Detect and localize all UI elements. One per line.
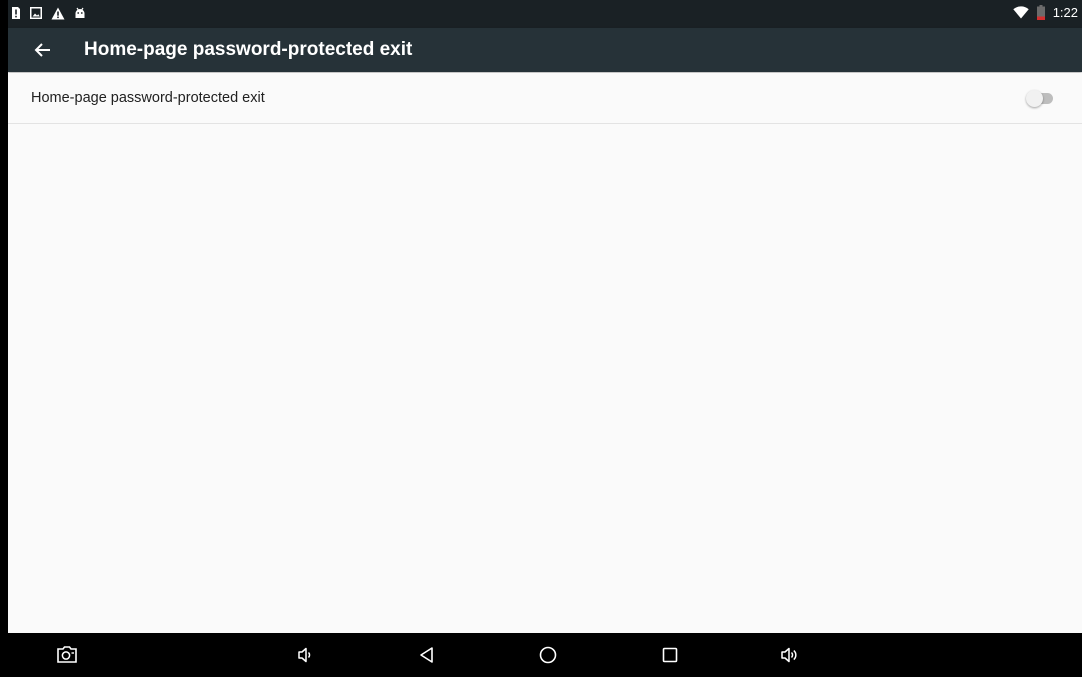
back-nav-button[interactable] — [415, 643, 439, 667]
setting-label: Home-page password-protected exit — [31, 90, 265, 106]
notification-icons — [11, 6, 86, 20]
back-button[interactable] — [30, 37, 56, 63]
system-status-icons: 1:22 — [1012, 5, 1078, 20]
home-circle-icon — [539, 646, 557, 664]
arrow-back-icon — [34, 43, 50, 57]
app-bar: Home-page password-protected exit — [8, 28, 1082, 72]
recents-nav-button[interactable] — [658, 643, 682, 667]
screenshot-button[interactable] — [55, 643, 79, 667]
image-notification-icon — [30, 7, 42, 19]
volume-up-button[interactable] — [778, 643, 802, 667]
volume-up-icon — [781, 647, 797, 663]
status-bar: 1:22 — [8, 0, 1082, 28]
home-nav-button[interactable] — [536, 643, 560, 667]
setting-row-password-exit[interactable]: Home-page password-protected exit — [8, 73, 1082, 124]
screenshot-icon — [57, 646, 77, 663]
navigation-bar — [8, 633, 1082, 677]
recents-square-icon — [662, 647, 678, 663]
android-debug-icon — [74, 7, 86, 19]
status-time: 1:22 — [1052, 5, 1078, 20]
warning-icon — [51, 7, 65, 20]
sim-alert-icon — [11, 6, 21, 20]
volume-down-button[interactable] — [294, 643, 318, 667]
volume-down-icon — [298, 647, 311, 663]
password-exit-toggle[interactable] — [1026, 90, 1054, 107]
wifi-icon — [1012, 6, 1029, 19]
toggle-thumb — [1026, 90, 1043, 107]
back-triangle-icon — [420, 647, 433, 663]
battery-low-icon — [1036, 5, 1045, 20]
page-title: Home-page password-protected exit — [84, 39, 413, 60]
device-screen: 1:22 Home-page password-protected exit H… — [8, 0, 1082, 677]
